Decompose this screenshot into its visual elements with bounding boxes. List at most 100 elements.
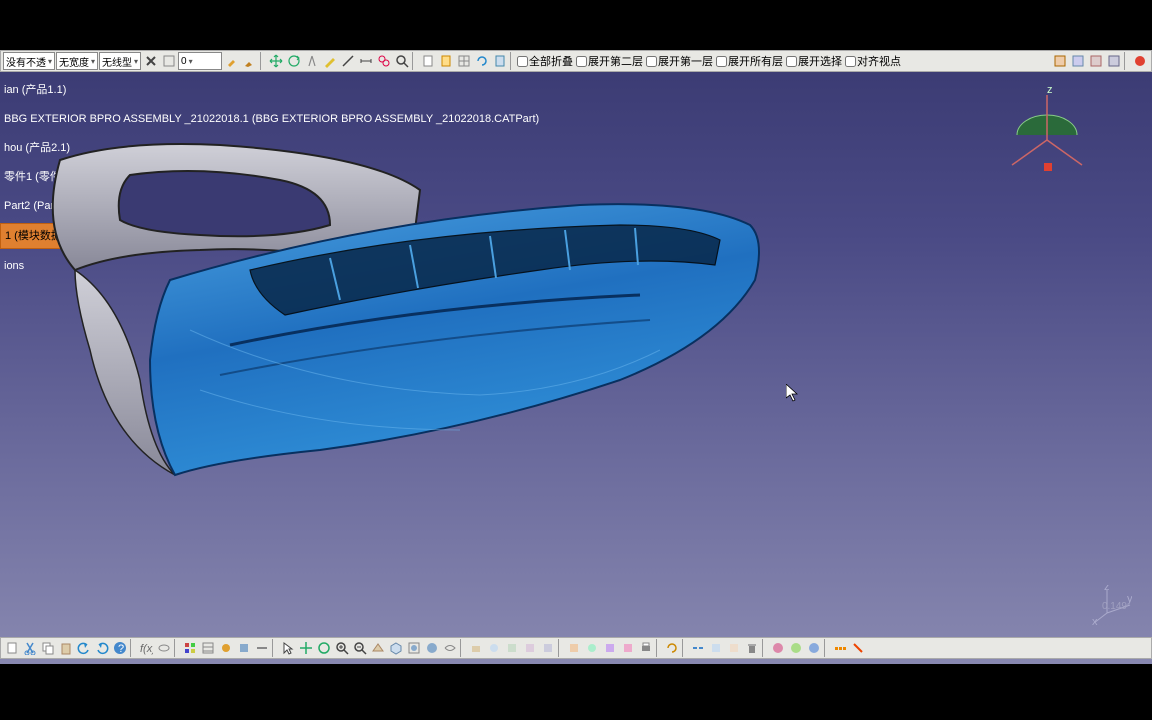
separator [1124,52,1130,70]
z-label: z [1047,85,1053,96]
tool-b-icon[interactable] [235,639,253,657]
rotate2-icon[interactable] [315,639,333,657]
pan-icon[interactable] [297,639,315,657]
c3-icon[interactable] [601,639,619,657]
label: 展开第一层 [658,53,713,69]
scale-indicator: 0.149 [1102,601,1127,612]
b4-icon[interactable] [521,639,539,657]
f1-icon[interactable] [831,639,849,657]
svg-text:z: z [1104,585,1110,593]
redo-icon[interactable] [93,639,111,657]
doc3-icon[interactable] [491,52,509,70]
numeric-dropdown[interactable]: 0 [178,52,222,70]
opt4-icon[interactable] [1105,52,1123,70]
separator [824,639,830,657]
label: 对齐视点 [857,53,901,69]
search-icon[interactable] [393,52,411,70]
opt2-icon[interactable] [1069,52,1087,70]
separator [272,639,278,657]
print-icon[interactable] [637,639,655,657]
line-tool-icon[interactable] [339,52,357,70]
paste-icon[interactable] [57,639,75,657]
align-view-checkbox[interactable]: 对齐视点 [845,53,901,69]
b1-icon[interactable] [467,639,485,657]
b2-icon[interactable] [485,639,503,657]
linetype-dropdown[interactable]: 无线型 [99,52,141,70]
pencil-icon[interactable] [321,52,339,70]
workbench-icon[interactable] [1131,52,1149,70]
b3-icon[interactable] [503,639,521,657]
doc2-icon[interactable] [437,52,455,70]
grid-icon[interactable] [455,52,473,70]
label: 展开所有层 [728,53,783,69]
opt1-icon[interactable] [1051,52,1069,70]
svg-text:f(x): f(x) [140,643,153,655]
svg-text:x: x [1092,616,1098,625]
c4-icon[interactable] [619,639,637,657]
dimension-icon[interactable] [357,52,375,70]
iso-view-icon[interactable] [387,639,405,657]
d2-icon[interactable] [707,639,725,657]
cut-icon[interactable] [21,639,39,657]
fit-icon[interactable] [405,639,423,657]
grid2-icon[interactable] [181,639,199,657]
brush-button[interactable] [241,52,259,70]
sync-icon[interactable] [473,52,491,70]
move-icon[interactable] [267,52,285,70]
separator [682,639,688,657]
shade-icon[interactable] [423,639,441,657]
picker-button[interactable] [160,52,178,70]
hide-icon[interactable] [441,639,459,657]
zoomout-icon[interactable] [351,639,369,657]
link-icon[interactable] [375,52,393,70]
refresh-icon[interactable] [663,639,681,657]
d1-icon[interactable] [689,639,707,657]
x-button[interactable] [142,52,160,70]
model-3d[interactable] [20,130,770,490]
paint-button[interactable] [223,52,241,70]
separator [510,52,516,70]
trash-icon[interactable] [743,639,761,657]
linewidth-dropdown[interactable]: 无宽度 [56,52,98,70]
zoomin-icon[interactable] [333,639,351,657]
new-icon[interactable] [3,639,21,657]
c1-icon[interactable] [565,639,583,657]
separator [260,52,266,70]
expand-all-checkbox[interactable]: 展开所有层 [716,53,783,69]
tool-c-icon[interactable] [253,639,271,657]
separator [558,639,564,657]
compass-manipulator[interactable]: z [1002,85,1092,185]
help-icon[interactable]: ? [111,639,129,657]
link2-icon[interactable] [155,639,173,657]
d3-icon[interactable] [725,639,743,657]
tree-node[interactable]: BBG EXTERIOR BPRO ASSEMBLY _21022018.1 (… [0,107,280,131]
compass-tool-icon[interactable] [303,52,321,70]
svg-text:y: y [1127,593,1132,605]
table-icon[interactable] [199,639,217,657]
copy-icon[interactable] [39,639,57,657]
doc1-icon[interactable] [419,52,437,70]
normal-view-icon[interactable] [369,639,387,657]
opt3-icon[interactable] [1087,52,1105,70]
transparency-dropdown[interactable]: 没有不透 [3,52,55,70]
e2-icon[interactable] [787,639,805,657]
e3-icon[interactable] [805,639,823,657]
rotate-icon[interactable] [285,52,303,70]
collapse-all-checkbox[interactable]: 全部折叠 [517,53,573,69]
c2-icon[interactable] [583,639,601,657]
label: 展开第二层 [588,53,643,69]
undo-icon[interactable] [75,639,93,657]
tree-node[interactable]: ian (产品1.1) [0,78,280,102]
b5-icon[interactable] [539,639,557,657]
fx-icon[interactable]: f(x) [137,639,155,657]
f2-icon[interactable] [849,639,867,657]
tool-a-icon[interactable] [217,639,235,657]
label: 展开选择 [798,53,842,69]
svg-text:?: ? [118,643,124,655]
expand-sel-checkbox[interactable]: 展开选择 [786,53,842,69]
bottom-toolbar: ? f(x) [0,637,1152,659]
select-icon[interactable] [279,639,297,657]
expand-l2-checkbox[interactable]: 展开第二层 [576,53,643,69]
expand-l1-checkbox[interactable]: 展开第一层 [646,53,713,69]
e1-icon[interactable] [769,639,787,657]
